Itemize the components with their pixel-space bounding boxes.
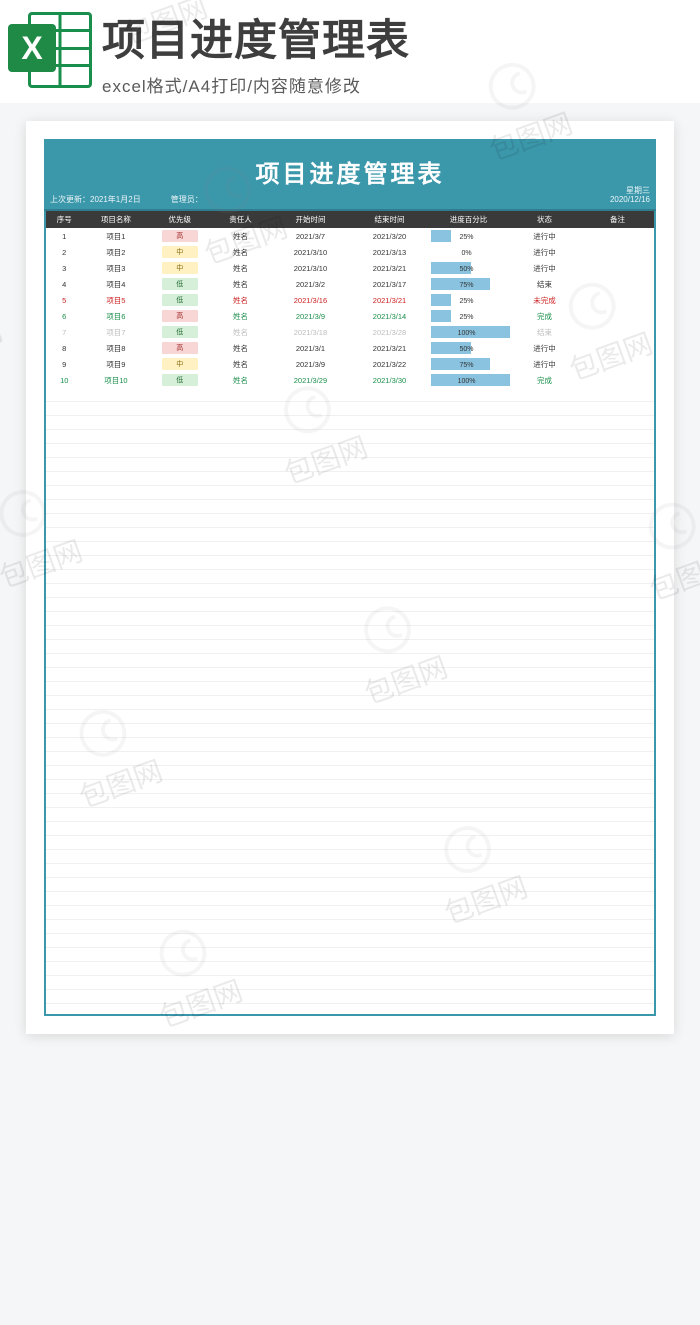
sheet-title: 项目进度管理表 bbox=[44, 154, 656, 189]
date-block: 星期三 2020/12/16 bbox=[610, 187, 650, 205]
table-column-header: 结束时间 bbox=[350, 211, 429, 228]
progress-value: 0% bbox=[461, 250, 471, 257]
table-row: 4项目4低姓名2021/3/22021/3/1775%结束 bbox=[46, 276, 654, 292]
priority-chip: 中 bbox=[162, 246, 198, 258]
table-row: 3项目3中姓名2021/3/102021/3/2150%进行中 bbox=[46, 260, 654, 276]
table-row: 9项目9中姓名2021/3/92021/3/2275%进行中 bbox=[46, 356, 654, 372]
table-column-header: 责任人 bbox=[210, 211, 271, 228]
template-title: 项目进度管理表 bbox=[102, 6, 700, 68]
progress-bar bbox=[431, 310, 451, 322]
last-update: 上次更新：2021年1月2日 bbox=[50, 194, 141, 205]
table-row: 6项目6高姓名2021/3/92021/3/1425%完成 bbox=[46, 308, 654, 324]
progress-bar bbox=[431, 294, 451, 306]
priority-chip: 低 bbox=[162, 374, 198, 386]
template-ribbon: X 项目进度管理表 excel格式/A4打印/内容随意修改 bbox=[0, 0, 700, 103]
manager-label: 管理员： bbox=[171, 194, 203, 205]
progress-value: 25% bbox=[460, 314, 474, 321]
priority-chip: 中 bbox=[162, 358, 198, 370]
table-header: 序号项目名称优先级责任人开始时间结束时间进度百分比状态备注 bbox=[46, 211, 654, 228]
progress-value: 50% bbox=[460, 266, 474, 273]
table-column-header: 开始时间 bbox=[271, 211, 350, 228]
progress-table: 序号项目名称优先级责任人开始时间结束时间进度百分比状态备注 1项目1高姓名202… bbox=[46, 211, 654, 388]
priority-chip: 低 bbox=[162, 278, 198, 290]
progress-value: 75% bbox=[460, 362, 474, 369]
empty-grid bbox=[44, 388, 656, 1016]
table-row: 8项目8高姓名2021/3/12021/3/2150%进行中 bbox=[46, 340, 654, 356]
priority-chip: 低 bbox=[162, 294, 198, 306]
table-column-header: 进度百分比 bbox=[429, 211, 508, 228]
priority-chip: 高 bbox=[162, 230, 198, 242]
progress-bar bbox=[431, 230, 451, 242]
priority-chip: 高 bbox=[162, 310, 198, 322]
table-body: 1项目1高姓名2021/3/72021/3/2025%进行中2项目2中姓名202… bbox=[46, 228, 654, 388]
table-column-header: 序号 bbox=[46, 211, 82, 228]
progress-value: 75% bbox=[460, 282, 474, 289]
template-subtitle: excel格式/A4打印/内容随意修改 bbox=[102, 72, 700, 97]
sheet-banner: 项目进度管理表 上次更新：2021年1月2日 管理员： 星期三 2020/12/… bbox=[44, 139, 656, 211]
table-column-header: 优先级 bbox=[149, 211, 210, 228]
table-row: 1项目1高姓名2021/3/72021/3/2025%进行中 bbox=[46, 228, 654, 244]
priority-chip: 低 bbox=[162, 326, 198, 338]
priority-chip: 中 bbox=[162, 262, 198, 274]
progress-value: 100% bbox=[458, 378, 476, 385]
progress-value: 100% bbox=[458, 330, 476, 337]
table-row: 5项目5低姓名2021/3/162021/3/2125%未完成 bbox=[46, 292, 654, 308]
table-row: 7项目7低姓名2021/3/182021/3/28100%结束 bbox=[46, 324, 654, 340]
excel-icon: X bbox=[8, 8, 92, 92]
table-row: 2项目2中姓名2021/3/102021/3/130%进行中 bbox=[46, 244, 654, 260]
table-column-header: 状态 bbox=[508, 211, 581, 228]
progress-value: 25% bbox=[460, 234, 474, 241]
progress-value: 25% bbox=[460, 298, 474, 305]
table-column-header: 项目名称 bbox=[82, 211, 149, 228]
table-column-header: 备注 bbox=[581, 211, 654, 228]
progress-value: 50% bbox=[460, 346, 474, 353]
priority-chip: 高 bbox=[162, 342, 198, 354]
excel-page: 项目进度管理表 上次更新：2021年1月2日 管理员： 星期三 2020/12/… bbox=[26, 121, 674, 1034]
table-row: 10项目10低姓名2021/3/292021/3/30100%完成 bbox=[46, 372, 654, 388]
